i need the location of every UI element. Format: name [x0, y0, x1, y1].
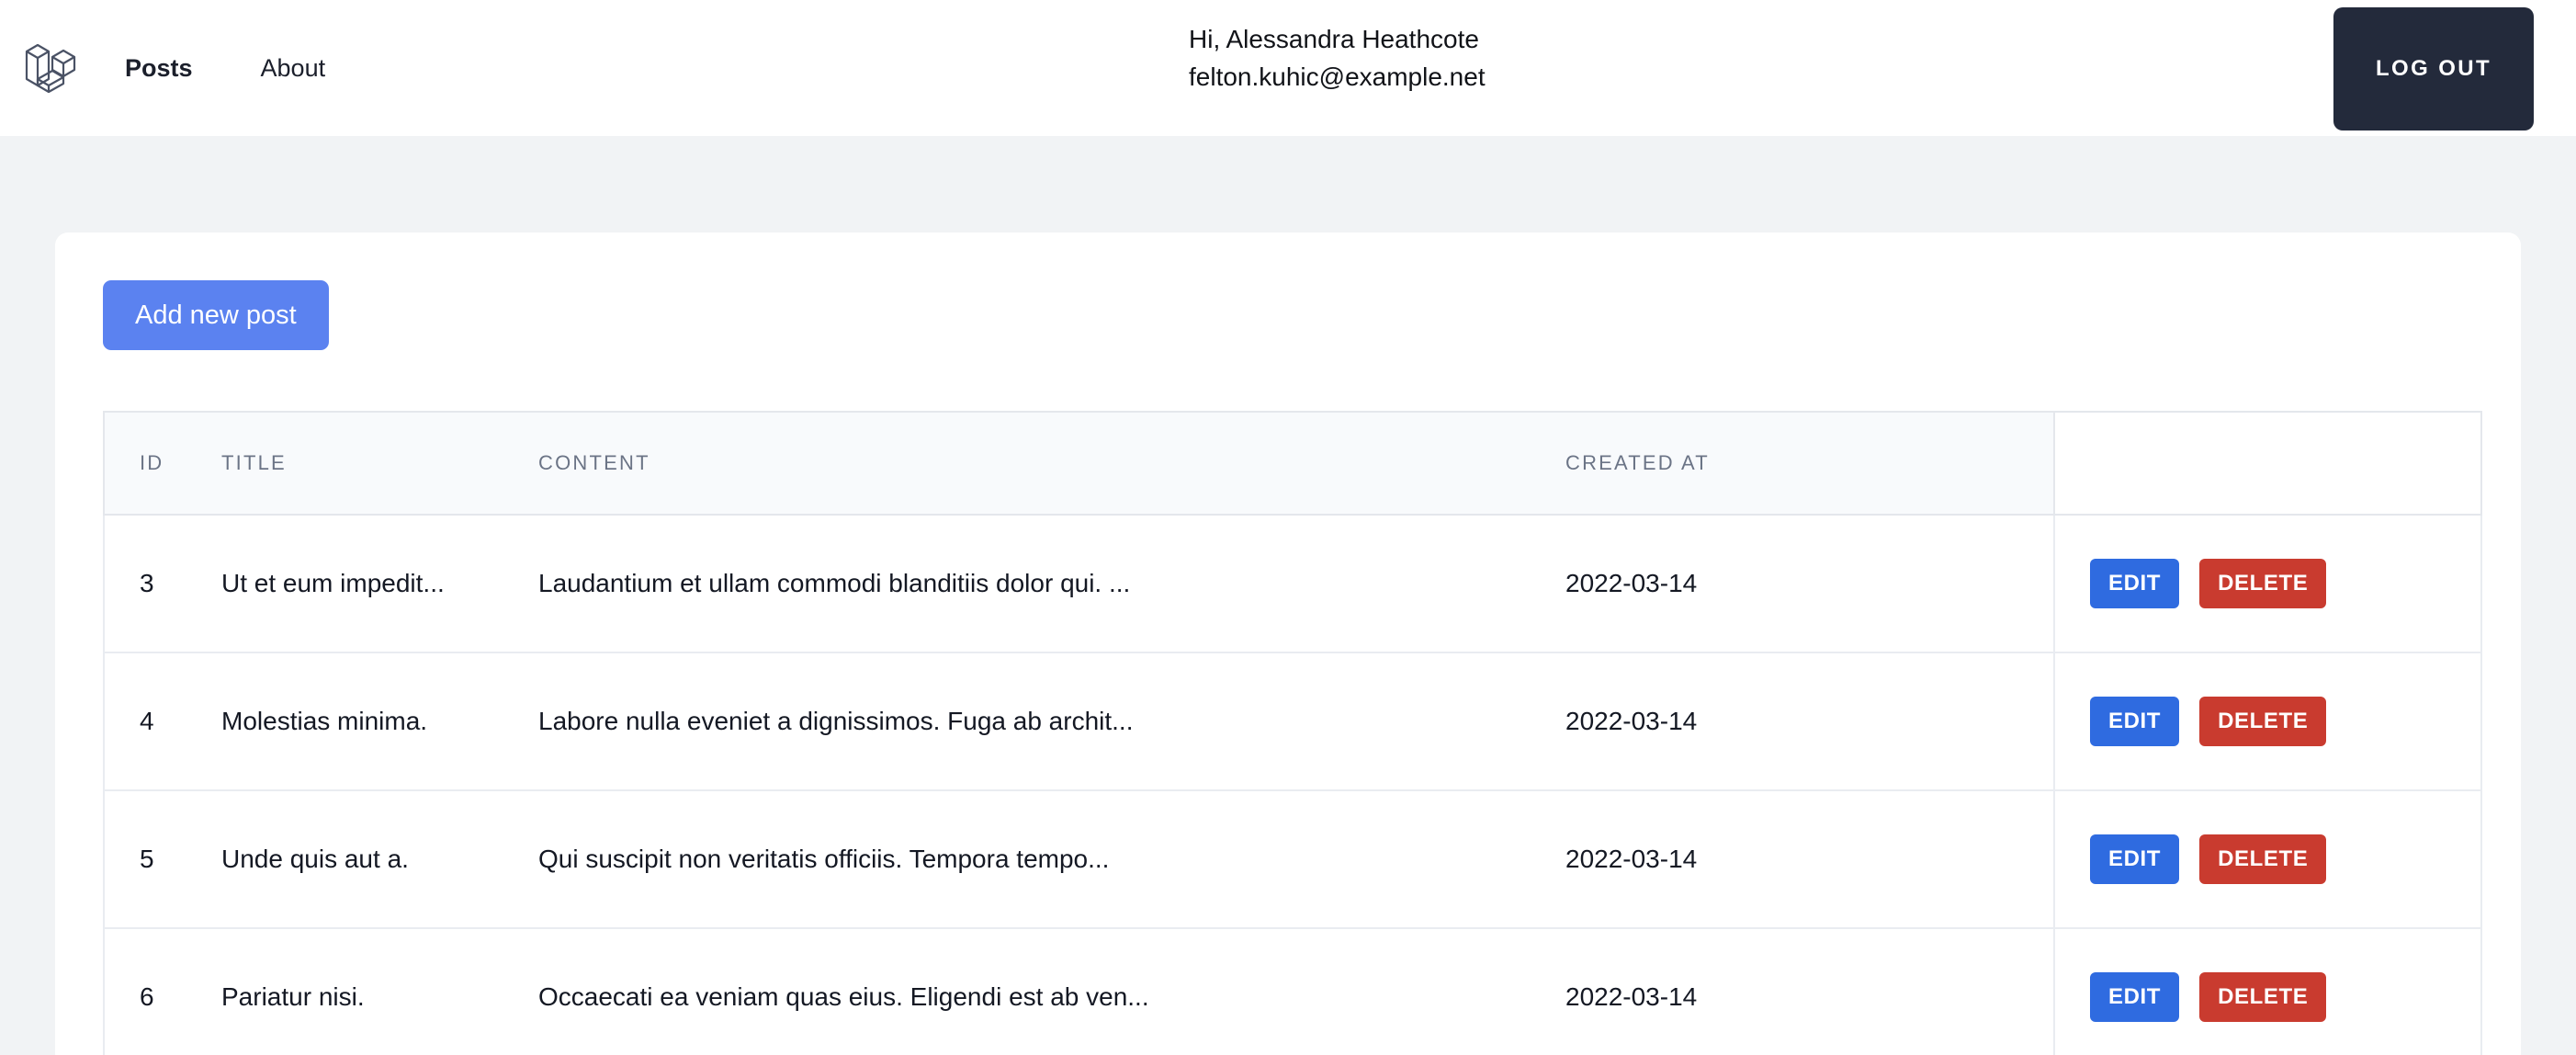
row-action-group: EDIT DELETE	[2090, 972, 2480, 1022]
edit-button[interactable]: EDIT	[2090, 559, 2180, 608]
cell-title: Pariatur nisi.	[221, 928, 538, 1055]
cell-id: 5	[103, 790, 221, 929]
delete-button[interactable]: DELETE	[2199, 559, 2327, 608]
delete-button[interactable]: DELETE	[2199, 972, 2327, 1022]
edit-button[interactable]: EDIT	[2090, 697, 2180, 746]
cell-spacer	[1825, 515, 2054, 653]
cell-created-at: 2022-03-14	[1565, 515, 1825, 653]
brand-home-link[interactable]	[0, 0, 101, 136]
add-new-post-button[interactable]: Add new post	[103, 280, 329, 350]
delete-button[interactable]: DELETE	[2199, 697, 2327, 746]
cell-actions: EDIT DELETE	[2053, 928, 2482, 1055]
cell-id: 4	[103, 652, 221, 791]
nav-item-posts[interactable]: Posts	[125, 55, 193, 81]
user-greeting: Hi, Alessandra Heathcote	[1189, 25, 1479, 53]
row-action-group: EDIT DELETE	[2090, 697, 2480, 746]
posts-table-body: 3 Ut et eum impedit... Laudantium et ull…	[103, 515, 2482, 1055]
column-header-actions	[2053, 411, 2482, 516]
cell-created-at: 2022-03-14	[1565, 652, 1825, 791]
table-row[interactable]: 4 Molestias minima. Labore nulla eveniet…	[103, 652, 2482, 791]
edit-button[interactable]: EDIT	[2090, 972, 2180, 1022]
cell-title: Molestias minima.	[221, 652, 538, 791]
cell-created-at: 2022-03-14	[1565, 790, 1825, 929]
cell-title: Ut et eum impedit...	[221, 515, 538, 653]
cell-content: Labore nulla eveniet a dignissimos. Fuga…	[538, 652, 1565, 791]
cell-content: Laudantium et ullam commodi blanditiis d…	[538, 515, 1565, 653]
cell-actions: EDIT DELETE	[2053, 790, 2482, 929]
user-email: felton.kuhic@example.net	[1189, 62, 1486, 92]
table-row[interactable]: 5 Unde quis aut a. Qui suscipit non veri…	[103, 790, 2482, 929]
posts-card: Add new post ID TITLE CONTENT CREATED AT	[55, 233, 2521, 1055]
posts-table-head: ID TITLE CONTENT CREATED AT	[103, 411, 2482, 516]
edit-button[interactable]: EDIT	[2090, 834, 2180, 884]
laravel-logo-icon	[24, 39, 77, 97]
cell-content: Qui suscipit non veritatis officiis. Tem…	[538, 790, 1565, 929]
cell-spacer	[1825, 928, 2054, 1055]
cell-id: 6	[103, 928, 221, 1055]
page-body: Add new post ID TITLE CONTENT CREATED AT	[0, 136, 2576, 1055]
cell-title: Unde quis aut a.	[221, 790, 538, 929]
cell-spacer	[1825, 652, 2054, 791]
nav-item-about[interactable]: About	[261, 55, 326, 81]
row-action-group: EDIT DELETE	[2090, 834, 2480, 884]
cell-content: Occaecati ea veniam quas eius. Eligendi …	[538, 928, 1565, 1055]
table-header-row: ID TITLE CONTENT CREATED AT	[103, 411, 2482, 516]
table-row[interactable]: 3 Ut et eum impedit... Laudantium et ull…	[103, 515, 2482, 653]
column-header-title[interactable]: TITLE	[221, 411, 538, 516]
cell-actions: EDIT DELETE	[2053, 515, 2482, 653]
delete-button[interactable]: DELETE	[2199, 834, 2327, 884]
column-header-id[interactable]: ID	[103, 411, 221, 516]
cell-spacer	[1825, 790, 2054, 929]
column-header-spacer	[1825, 411, 2054, 516]
row-action-group: EDIT DELETE	[2090, 559, 2480, 608]
posts-table-wrapper: ID TITLE CONTENT CREATED AT 3 Ut et eum …	[103, 411, 2482, 1055]
posts-table: ID TITLE CONTENT CREATED AT 3 Ut et eum …	[103, 411, 2482, 1055]
cell-id: 3	[103, 515, 221, 653]
column-header-created-at[interactable]: CREATED AT	[1565, 411, 1825, 516]
main-nav: Posts About	[125, 0, 325, 136]
table-row[interactable]: 6 Pariatur nisi. Occaecati ea veniam qua…	[103, 928, 2482, 1055]
column-header-content[interactable]: CONTENT	[538, 411, 1565, 516]
logout-button[interactable]: LOG OUT	[2333, 7, 2534, 130]
cell-created-at: 2022-03-14	[1565, 928, 1825, 1055]
cell-actions: EDIT DELETE	[2053, 652, 2482, 791]
top-navbar: Posts About Hi, Alessandra Heathcote fel…	[0, 0, 2576, 136]
user-info: Hi, Alessandra Heathcote felton.kuhic@ex…	[1189, 20, 1486, 96]
